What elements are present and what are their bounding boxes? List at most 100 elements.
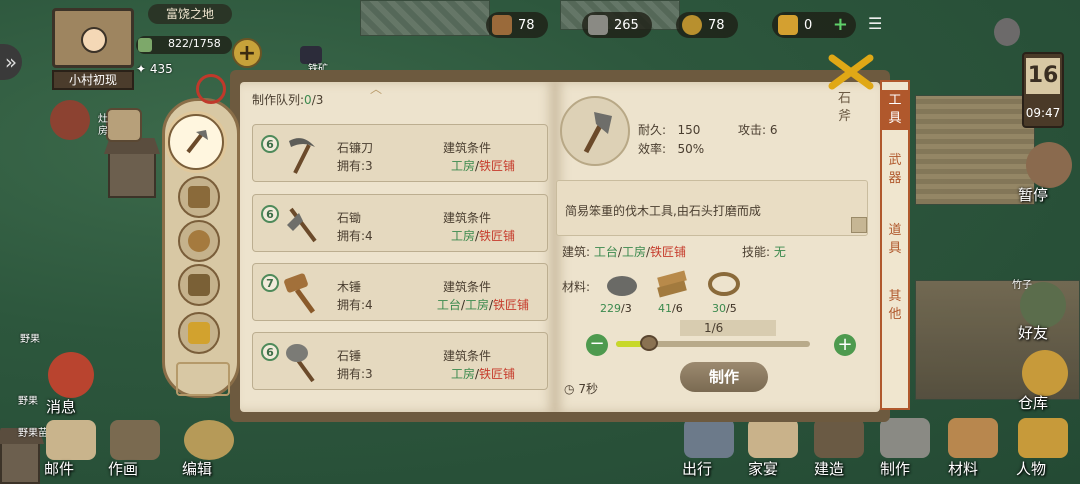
- resource-wood[interactable]: 78: [486, 12, 548, 38]
- owl-icon: [994, 18, 1020, 46]
- edit-label[interactable]: 编辑: [182, 458, 212, 479]
- minus-icon: −: [589, 333, 605, 354]
- add-ticket-icon[interactable]: +: [833, 14, 848, 35]
- craft-button[interactable]: 制作: [680, 362, 768, 392]
- painting-label[interactable]: 作画: [108, 458, 138, 479]
- material-rope-icon[interactable]: [706, 268, 742, 300]
- recipe-owned: 拥有:4: [337, 298, 373, 312]
- message-icon[interactable]: [48, 352, 94, 398]
- banquet-icon[interactable]: [748, 418, 798, 458]
- recipe-condition-label: 建筑条件: [443, 211, 492, 225]
- attack-label: 攻击:: [738, 123, 767, 137]
- build-icon[interactable]: [814, 418, 864, 458]
- axe-icon: [186, 130, 208, 154]
- villager-figure[interactable]: [50, 100, 90, 140]
- friends-label[interactable]: 好友: [1018, 322, 1048, 343]
- region-name: 富饶之地: [148, 4, 232, 24]
- craft-menu-label[interactable]: 制作: [880, 458, 910, 479]
- expand-description-icon[interactable]: [851, 217, 867, 233]
- material-plank-icon[interactable]: [654, 266, 690, 300]
- building-workshop: 工房: [464, 298, 489, 312]
- travel-label[interactable]: 出行: [682, 458, 712, 479]
- coin-icon: [682, 15, 702, 35]
- recipe-level-badge: 6: [261, 135, 279, 153]
- tab-weapons-label: 武器: [888, 153, 902, 186]
- recipe-row-stone-hammer[interactable]: 6 石锤 拥有:3 建筑条件 工房/铁匠铺: [252, 332, 548, 390]
- message-label[interactable]: 消息: [46, 396, 76, 417]
- character-icon[interactable]: [1018, 418, 1068, 458]
- selected-item-name: 石斧: [838, 91, 852, 124]
- craft-queue-label: 制作队列:: [252, 93, 305, 107]
- description-box: 简易笨重的伐木工具,由石头打磨而成: [556, 180, 868, 236]
- recipe-level-badge: 6: [261, 343, 279, 361]
- build-label[interactable]: 建造: [814, 458, 844, 479]
- tab-other-label: 其他: [888, 289, 902, 322]
- edit-icon[interactable]: [184, 420, 234, 460]
- plus-icon: +: [237, 40, 257, 66]
- painting-icon[interactable]: [110, 420, 160, 460]
- duration-value: 7秒: [578, 382, 598, 396]
- exp-text: 822/1758: [168, 37, 221, 50]
- stone-hammer-icon: [286, 344, 315, 383]
- wild-fruit-sapling-label: 野果苗: [18, 428, 48, 439]
- tab-tools-label: 工具: [888, 93, 902, 126]
- stone-axe-icon: [583, 112, 612, 154]
- gift-icon: [188, 322, 210, 344]
- weapon-category-icon: [188, 186, 210, 208]
- world-building-bottom-left: [0, 440, 40, 484]
- recipe-buildings: 工台/工房/铁匠铺: [436, 298, 530, 312]
- stove-building-icon[interactable]: [106, 108, 142, 142]
- travel-icon[interactable]: [684, 418, 734, 458]
- coin-count: 78: [708, 17, 725, 33]
- character-label[interactable]: 人物: [1016, 458, 1046, 479]
- close-icon: [828, 54, 874, 90]
- village-portrait[interactable]: [52, 8, 134, 68]
- increase-quantity-button[interactable]: +: [834, 334, 856, 356]
- add-exp-button[interactable]: +: [232, 38, 262, 68]
- calendar-clock: 16 09:47: [1022, 52, 1064, 128]
- category-food-button[interactable]: [178, 220, 220, 262]
- mail-icon[interactable]: [46, 420, 96, 460]
- materials-label[interactable]: 材料: [948, 458, 978, 479]
- selected-item-icon-frame: [560, 96, 630, 166]
- building-workbench: 工台: [593, 245, 618, 259]
- efficiency-value: 50%: [677, 142, 705, 156]
- craft-queue-current: 0: [304, 93, 312, 107]
- building-workshop: 工房: [450, 159, 475, 173]
- building-smithy: 铁匠铺: [479, 367, 516, 381]
- materials-icon[interactable]: [948, 418, 998, 458]
- plus-icon: +: [837, 334, 853, 355]
- category-weapons-button[interactable]: [178, 176, 220, 218]
- recipe-row-wooden-hammer[interactable]: 7 木锤 拥有:4 建筑条件 工台/工房/铁匠铺: [252, 263, 548, 321]
- recipe-row-stone-hoe[interactable]: 6 石锄 拥有:4 建筑条件 工房/铁匠铺: [252, 194, 548, 252]
- quantity-slider-handle[interactable]: [640, 335, 658, 351]
- warehouse-icon[interactable]: [1022, 350, 1068, 396]
- scroll-up-chevron-icon[interactable]: ︿: [370, 80, 382, 97]
- resource-stone[interactable]: 265: [582, 12, 652, 38]
- category-special-button[interactable]: [178, 312, 220, 354]
- menu-list-icon[interactable]: ☰: [868, 14, 896, 34]
- exp-icon: [138, 38, 152, 52]
- pause-label[interactable]: 暂停: [1018, 184, 1048, 205]
- recipe-level-badge: 7: [261, 274, 279, 292]
- resource-coin[interactable]: 78: [676, 12, 738, 38]
- pause-icon[interactable]: [1026, 142, 1072, 188]
- category-items-button[interactable]: [178, 264, 220, 306]
- banquet-label[interactable]: 家宴: [748, 458, 778, 479]
- category-tools-button[interactable]: [168, 114, 224, 170]
- tab-items[interactable]: 道具: [882, 222, 908, 262]
- tab-weapons[interactable]: 武器: [882, 152, 908, 192]
- skill-value: 无: [773, 245, 786, 259]
- material-stone-count: 229/3: [600, 302, 632, 315]
- resource-ticket[interactable]: 0 +: [772, 12, 856, 38]
- recipe-row-stone-sickle[interactable]: 6 石镰刀 拥有:3 建筑条件 工房/铁匠铺: [252, 124, 548, 182]
- quantity-slider[interactable]: [616, 335, 810, 351]
- decrease-quantity-button[interactable]: −: [586, 334, 608, 356]
- craft-menu-icon[interactable]: [880, 418, 930, 458]
- material-stone-icon[interactable]: [604, 268, 640, 300]
- mail-label[interactable]: 邮件: [44, 458, 74, 479]
- tab-tools[interactable]: 工具: [882, 90, 908, 130]
- close-button[interactable]: [826, 52, 876, 92]
- warehouse-label[interactable]: 仓库: [1018, 392, 1048, 413]
- tab-other[interactable]: 其他: [882, 288, 908, 328]
